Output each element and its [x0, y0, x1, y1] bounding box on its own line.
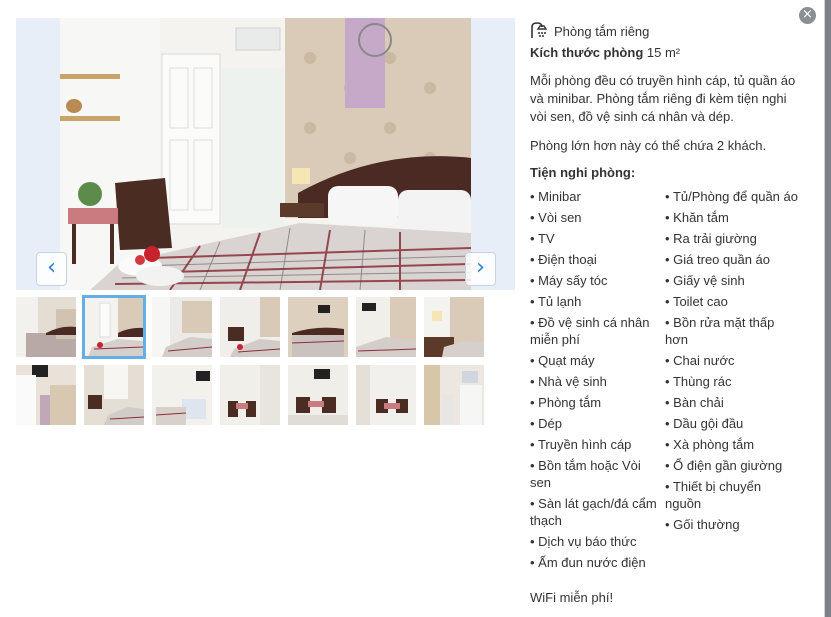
bathroom-label: Phòng tắm riêng — [554, 24, 650, 39]
thumbnail[interactable] — [84, 365, 144, 425]
amenity-item: Nhà vệ sinh — [530, 373, 665, 390]
amenity-item: Sàn lát gạch/đá cẩm thạch — [530, 495, 665, 529]
amenity-item: Giá treo quần áo — [665, 251, 800, 268]
amenity-item: Thiết bị chuyển nguồn — [665, 478, 800, 512]
prev-photo-button[interactable]: ‹ — [36, 252, 67, 286]
amenities-column-left: Minibar Vòi sen TV Điện thoại Máy sấy tóc Tủ … — [530, 184, 665, 571]
amenity-item: Vòi sen — [530, 209, 665, 226]
amenities-list: Minibar Vòi sen TV Điện thoại Máy sấy tóc Tủ … — [530, 184, 800, 571]
thumbnail[interactable] — [288, 297, 348, 357]
thumbnail[interactable] — [152, 365, 212, 425]
amenity-item: Ấm đun nước điện — [530, 554, 665, 571]
room-capacity: Phòng lớn hơn này có thể chứa 2 khách. — [530, 138, 767, 153]
amenity-item: Truyền hình cáp — [530, 436, 665, 453]
amenity-item: Bồn rửa mặt thấp hơn — [665, 314, 800, 348]
amenity-item: Máy sấy tóc — [530, 272, 665, 289]
amenity-item: Khăn tắm — [665, 209, 800, 226]
amenity-item: Gối thường — [665, 516, 800, 533]
amenity-item: Ổ điện gần giường — [665, 457, 800, 474]
amenity-item: Tủ/Phòng để quần áo — [665, 188, 800, 205]
amenity-item: Dép — [530, 415, 665, 432]
amenity-item: Điện thoại — [530, 251, 665, 268]
amenities-title: Tiện nghi phòng: — [530, 165, 636, 180]
amenity-item: Chai nước — [665, 352, 800, 369]
thumbnail[interactable] — [16, 297, 76, 357]
amenity-item: Bàn chải — [665, 394, 800, 411]
close-button[interactable]: × — [799, 7, 816, 24]
amenity-item: Dịch vụ báo thức — [530, 533, 665, 550]
thumbnail[interactable] — [424, 365, 484, 425]
thumbnail[interactable] — [152, 297, 212, 357]
thumbnail[interactable] — [288, 365, 348, 425]
thumbnail[interactable] — [220, 365, 280, 425]
thumbnail[interactable] — [220, 297, 280, 357]
thumbnail[interactable] — [82, 295, 146, 359]
thumbnail[interactable] — [356, 297, 416, 357]
amenity-item: Minibar — [530, 188, 665, 205]
amenity-item: Thùng rác — [665, 373, 800, 390]
thumbnail[interactable] — [424, 297, 484, 357]
room-size-label: Kích thước phòng — [530, 45, 644, 60]
room-details-modal: × ‹ › Phòng tắm riêng Kích thước phòng 1… — [0, 0, 825, 617]
main-photo: ‹ › — [16, 18, 515, 290]
amenity-item: Toilet cao — [665, 293, 800, 310]
amenity-item: TV — [530, 230, 665, 247]
room-size-row: Kích thước phòng 15 m² — [530, 44, 800, 62]
shower-icon — [531, 22, 548, 38]
amenity-item: Dầu gội đầu — [665, 415, 800, 432]
amenities-column-right: Tủ/Phòng để quần áo Khăn tắm Ra trải giườn… — [665, 184, 800, 571]
amenity-item: Giấy vệ sinh — [665, 272, 800, 289]
room-photo — [60, 18, 471, 290]
amenity-item: Tủ lạnh — [530, 293, 665, 310]
amenity-item: Bồn tắm hoặc Vòi sen — [530, 457, 665, 491]
amenity-item: Ra trải giường — [665, 230, 800, 247]
room-info: Phòng tắm riêng Kích thước phòng 15 m² M… — [530, 22, 800, 571]
bathroom-row: Phòng tắm riêng — [530, 22, 800, 42]
room-description: Mỗi phòng đều có truyền hình cáp, tủ quầ… — [530, 73, 796, 124]
thumbnail[interactable] — [356, 365, 416, 425]
next-photo-button[interactable]: › — [465, 252, 496, 286]
amenity-item: Phòng tắm — [530, 394, 665, 411]
amenity-item: Đồ vệ sinh cá nhân miễn phí — [530, 314, 665, 348]
wifi-note: WiFi miễn phí! — [530, 590, 614, 605]
room-size-value: 15 m² — [646, 45, 681, 60]
thumbnail[interactable] — [16, 365, 76, 425]
amenity-item: Xà phòng tắm — [665, 436, 800, 453]
amenity-item: Quạt máy — [530, 352, 665, 369]
